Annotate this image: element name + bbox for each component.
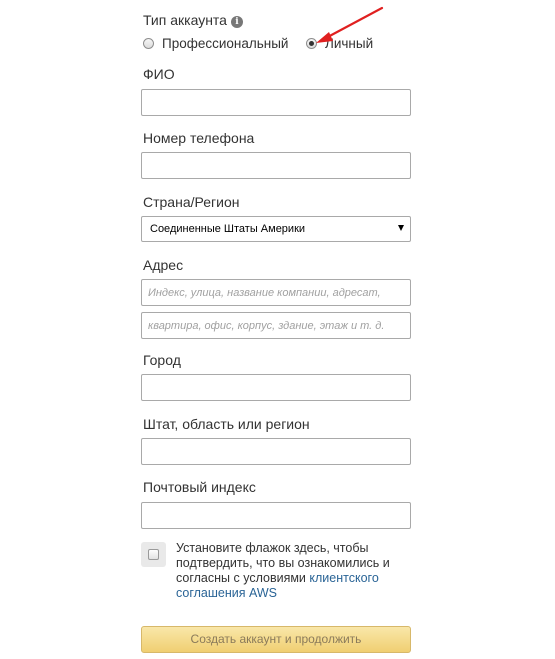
consent-text: Установите флажок здесь, чтобы подтверди… [176,541,416,601]
phone-input[interactable] [141,152,411,179]
radio-professional-circle[interactable] [143,38,154,49]
phone-label: Номер телефона [143,130,255,146]
country-label: Страна/Регион [143,194,240,210]
account-type-radio-group: Профессиональный Личный [143,36,403,54]
caret-down-icon [398,225,404,231]
full-name-label: ФИО [143,66,175,82]
account-type-label: Тип аккаунта [143,12,227,28]
full-name-input[interactable] [141,89,411,116]
radio-professional-label: Профессиональный [162,36,289,51]
consent-block: Установите флажок здесь, чтобы подтверди… [141,541,411,601]
create-account-button[interactable]: Создать аккаунт и продолжить [141,626,411,653]
consent-checkbox[interactable] [141,542,166,567]
aws-signup-contact-form: Тип аккаунта i Профессиональный Личный ФИ… [0,0,555,659]
postal-code-label: Почтовый индекс [143,479,256,495]
radio-personal[interactable]: Личный [306,36,373,51]
state-input[interactable] [141,438,411,465]
radio-personal-circle[interactable] [306,38,317,49]
address-label: Адрес [143,257,184,273]
address-line2-input[interactable] [141,312,411,339]
radio-personal-label: Личный [325,36,374,51]
city-label: Город [143,352,181,368]
city-input[interactable] [141,374,411,401]
consent-checkbox-box[interactable] [148,549,159,560]
country-select-value: Соединенные Штаты Америки [150,223,306,235]
account-type-heading: Тип аккаунта i [143,11,243,29]
country-select[interactable]: Соединенные Штаты Америки [141,216,411,242]
state-label: Штат, область или регион [143,416,310,432]
address-line1-input[interactable] [141,279,411,306]
info-icon[interactable]: i [230,16,243,28]
postal-code-input[interactable] [141,502,411,529]
radio-professional[interactable]: Профессиональный [143,36,288,51]
